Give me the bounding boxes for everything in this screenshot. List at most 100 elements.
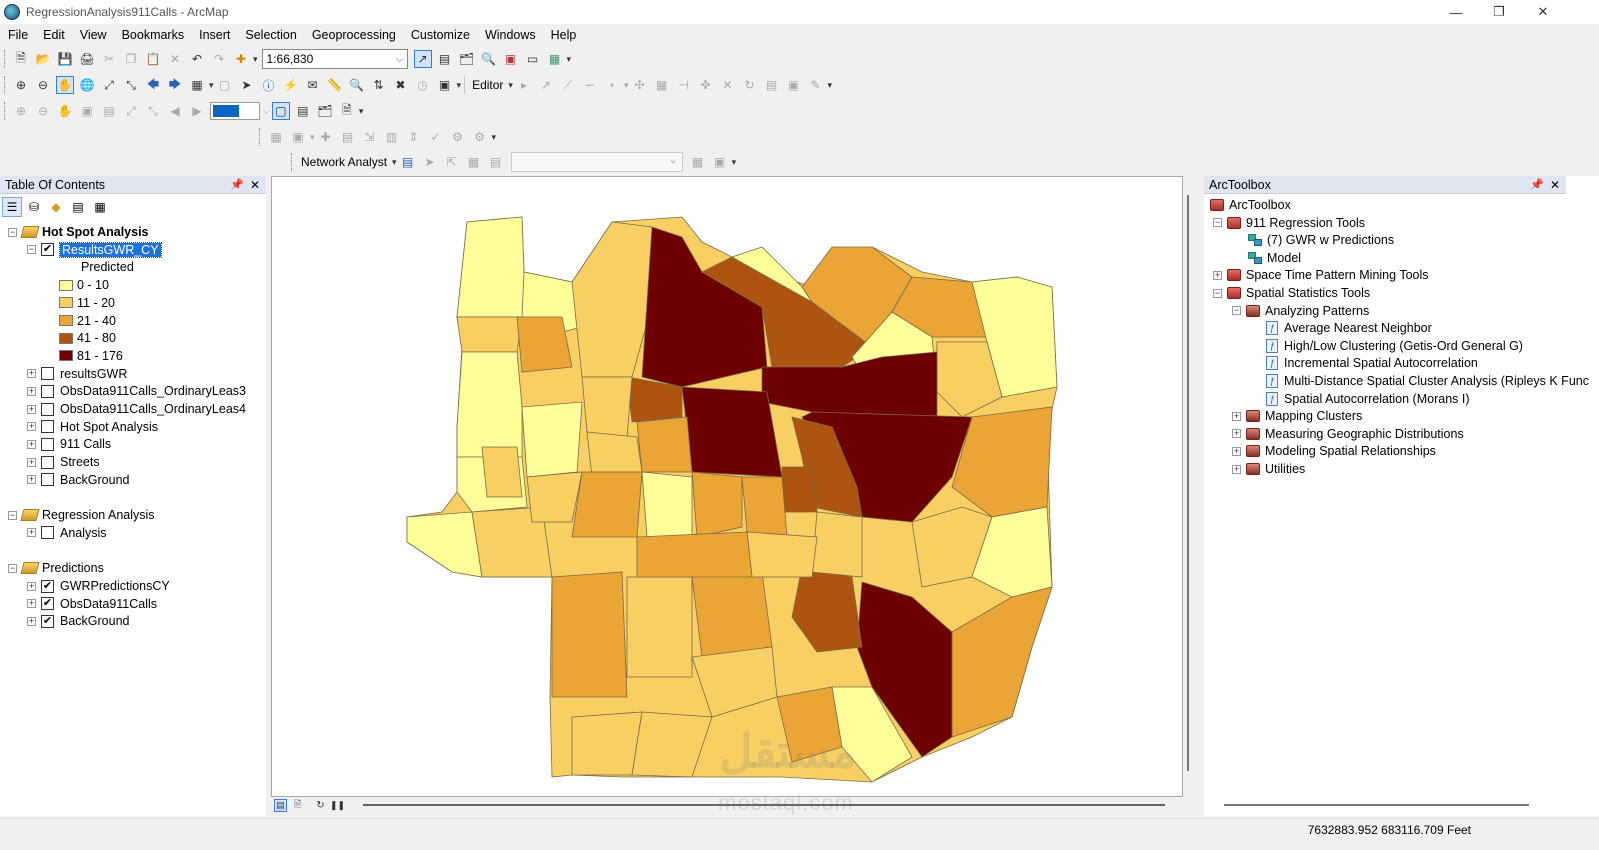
network-identify-icon[interactable]: ▣ [711, 153, 729, 171]
sketch-properties-icon[interactable]: ▣ [784, 76, 802, 94]
layer-visibility-checkbox[interactable]: ✔ [41, 614, 54, 628]
collapse-icon[interactable]: − [1213, 288, 1222, 298]
network-analyst-menu[interactable]: Network Analyst [297, 155, 391, 169]
pin-icon[interactable]: 📌 [230, 176, 244, 194]
layer-visibility-checkbox[interactable] [41, 420, 54, 434]
rotate-tool-icon[interactable]: ↻ [740, 76, 758, 94]
georef-rectify-icon[interactable]: ⚙ [449, 128, 467, 146]
toc-layer-row[interactable]: + BackGround [27, 471, 129, 489]
change-layout-icon[interactable]: 🗂 [316, 102, 334, 120]
create-network-location-icon[interactable]: ➤ [421, 153, 439, 171]
straight-segment-icon[interactable]: ⟋ [559, 76, 577, 94]
trace-icon[interactable]: ∽ [581, 76, 599, 94]
toc-layer-row[interactable]: + Hot Spot Analysis [27, 418, 158, 436]
minimize-icon[interactable]: — [1433, 0, 1479, 24]
fixed-zoom-out-icon[interactable]: ⤡ [122, 76, 140, 94]
toolbox-item-row[interactable]: ƒ Average Nearest Neighbor [1250, 319, 1432, 337]
expand-icon[interactable]: + [1213, 270, 1222, 280]
layer-visibility-checkbox[interactable] [41, 455, 54, 469]
rotate-icon[interactable]: ✕ [718, 76, 736, 94]
expand-icon[interactable]: + [27, 457, 36, 467]
add-data-icon[interactable]: ✚ [232, 50, 250, 68]
zoom-100-icon[interactable]: ▤ [100, 102, 118, 120]
network-analyst-window-icon[interactable]: ▤ [399, 153, 417, 171]
copy-icon[interactable]: ❐ [122, 50, 140, 68]
table-of-contents-icon[interactable]: ▤ [436, 50, 454, 68]
georef-shift-icon[interactable]: ⇕ [405, 128, 423, 146]
expand-icon[interactable]: + [27, 386, 36, 396]
restore-icon[interactable]: ❐ [1476, 0, 1522, 24]
layer-visibility-checkbox[interactable] [41, 473, 54, 487]
toolbox-item-row[interactable]: + Modeling Spatial Relationships [1232, 442, 1436, 460]
collapse-icon[interactable]: − [8, 227, 17, 237]
close-icon[interactable]: ✕ [250, 176, 260, 194]
legend-swatch[interactable] [59, 332, 73, 344]
layout-fixed-zoom-out-icon[interactable]: ⤡ [144, 102, 162, 120]
expand-icon[interactable]: + [27, 581, 36, 591]
layout-zoom-in-icon[interactable]: ⊕ [12, 102, 30, 120]
find-route-icon[interactable]: ⇅ [370, 76, 388, 94]
menu-file[interactable]: File [0, 24, 35, 46]
zoom-percent-combo[interactable] [210, 102, 260, 120]
toolbox-item-row[interactable]: ƒ Incremental Spatial Autocorrelation [1250, 354, 1478, 372]
create-features-icon[interactable]: ✎ [806, 76, 824, 94]
layout-fixed-zoom-in-icon[interactable]: ⤢ [122, 102, 140, 120]
arctoolbox-horizontal-scrollbar[interactable] [1224, 804, 1529, 806]
go-to-xy-icon[interactable]: ✖ [392, 76, 410, 94]
forward-arrow-icon[interactable]: 🡆 [166, 76, 184, 94]
attributes-icon[interactable]: ▤ [762, 76, 780, 94]
expand-icon[interactable]: + [1232, 429, 1241, 439]
create-viewer-window-icon[interactable]: ▣ [436, 76, 454, 94]
layout-zoom-out-icon[interactable]: ⊖ [34, 102, 52, 120]
pause-drawing-icon[interactable]: ❚❚ [330, 799, 345, 812]
toolbox-item-row[interactable]: + Mapping Clusters [1232, 407, 1362, 425]
measure-icon[interactable]: 📏 [326, 76, 344, 94]
python-window-icon[interactable]: ▭ [524, 50, 542, 68]
menu-bookmarks[interactable]: Bookmarks [114, 24, 192, 46]
menu-customize[interactable]: Customize [403, 24, 477, 46]
pin-icon[interactable]: 📌 [1530, 176, 1544, 194]
build-network-icon[interactable]: ▦ [689, 153, 707, 171]
toc-group-row[interactable]: − Hot Spot Analysis [8, 223, 149, 241]
menu-insert[interactable]: Insert [191, 24, 237, 46]
toolbox-item-row[interactable]: ƒ High/Low Clustering (Getis-Ord General … [1250, 337, 1523, 355]
menu-edit[interactable]: Edit [35, 24, 72, 46]
focus-data-frame-icon[interactable]: ▤ [294, 102, 312, 120]
georef-add-points-icon[interactable]: ✚ [317, 128, 335, 146]
paste-icon[interactable]: 📋 [144, 50, 162, 68]
menu-help[interactable]: Help [543, 24, 584, 46]
fixed-zoom-in-icon[interactable]: ⤢ [100, 76, 118, 94]
delete-icon[interactable]: ✕ [166, 50, 184, 68]
cut-icon[interactable]: ✂ [100, 50, 118, 68]
georef-table-icon[interactable]: ▤ [339, 128, 357, 146]
toolbox-item-row[interactable]: + Utilities [1232, 460, 1305, 478]
expand-icon[interactable]: + [27, 616, 36, 626]
html-popup-icon[interactable]: ✉ [304, 76, 322, 94]
toc-layer-row[interactable]: + ObsData911Calls_OrdinaryLeas3 [27, 382, 246, 400]
pan-hand-icon[interactable]: ✋ [56, 76, 74, 94]
toc-layer-row[interactable]: + ✔ BackGround [27, 612, 129, 630]
arctoolbox-root[interactable]: ArcToolbox [1210, 196, 1291, 214]
modelbuilder-icon[interactable]: ▦ [546, 50, 564, 68]
open-folder-icon[interactable]: 📂 [34, 50, 52, 68]
hyperlink-icon[interactable]: ⚡ [282, 76, 300, 94]
layer-visibility-checkbox[interactable] [41, 367, 54, 381]
toc-layer-row[interactable]: +911 Calls [27, 435, 111, 453]
close-icon[interactable]: ✕ [1550, 176, 1560, 194]
layout-view-icon[interactable]: 🗎 [291, 799, 304, 812]
refresh-icon[interactable]: ↻ [314, 799, 327, 812]
editor-toolbar-toggle-icon[interactable]: ↗ [413, 50, 432, 68]
toc-group-row[interactable]: − Predictions [8, 559, 104, 577]
catalog-window-icon[interactable]: 🗂 [458, 50, 476, 68]
legend-swatch[interactable] [59, 297, 73, 309]
expand-icon[interactable]: + [27, 369, 36, 379]
collapse-icon[interactable]: − [1213, 218, 1222, 228]
layer-visibility-checkbox[interactable] [41, 384, 54, 398]
layer-visibility-checkbox[interactable]: ✔ [41, 579, 54, 593]
layer-visibility-checkbox[interactable] [41, 526, 54, 540]
layout-pan-icon[interactable]: ✋ [56, 102, 74, 120]
data-driven-pages-icon[interactable]: 🗎 [338, 102, 356, 120]
expand-icon[interactable]: + [27, 422, 36, 432]
expand-icon[interactable]: + [27, 528, 36, 538]
print-icon[interactable]: 🖨 [78, 50, 96, 68]
